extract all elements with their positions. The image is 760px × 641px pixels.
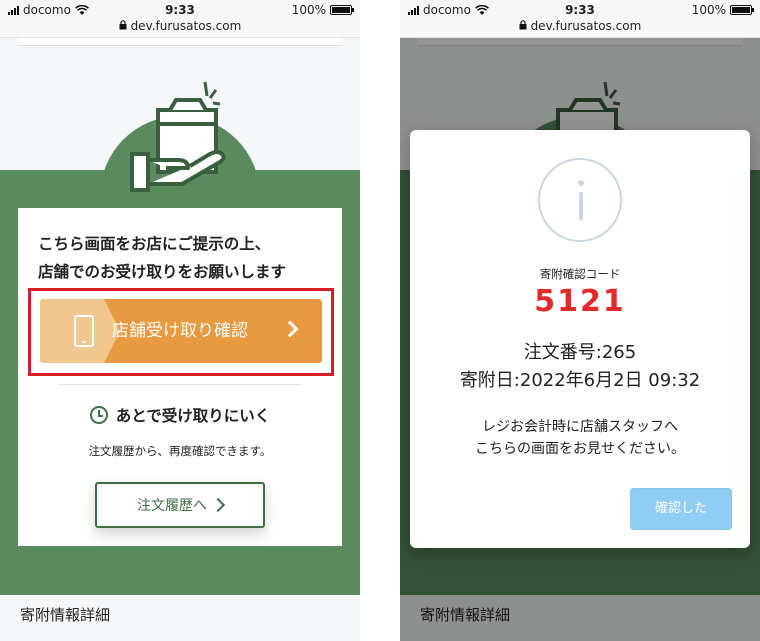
order-history-label: 注文履歴へ (137, 498, 207, 514)
pickup-later-heading: あとで受け取りにいく (18, 404, 342, 426)
pickup-later-note: 注文履歴から、再度確認できます。 (88, 444, 272, 458)
battery-percent: 100% (291, 3, 326, 17)
lock-icon (119, 20, 127, 30)
hand-bag-icon (130, 81, 226, 192)
modal-backdrop[interactable]: 寄附確認コード 5121 注文番号:265 寄附日:2022年6月2日 09:3… (400, 38, 760, 641)
order-history-button[interactable]: 注文履歴へ (95, 482, 265, 528)
battery-status: 100% (691, 3, 754, 17)
address-bar[interactable]: dev.furusatos.com (0, 19, 360, 33)
clock-icon (89, 406, 108, 424)
confirmation-code-value: 5121 (534, 284, 626, 319)
confirm-button-label: 店舗受け取り確認 (112, 321, 248, 341)
instruction-line-2: 店舗でのお受け取りをお願いします (38, 263, 287, 281)
address-bar[interactable]: dev.furusatos.com (400, 19, 760, 33)
confirmation-code-modal: 寄附確認コード 5121 注文番号:265 寄附日:2022年6月2日 09:3… (410, 130, 750, 548)
battery-percent: 100% (691, 3, 726, 17)
chevron-right-icon (281, 320, 299, 338)
notice-line-2: こちらの画面をお見せください。 (475, 441, 685, 457)
info-icon (538, 158, 622, 242)
donation-details-heading: 寄附情報詳細 (20, 606, 111, 624)
instruction-line-1: こちら画面をお店にご提示の上、 (38, 235, 271, 253)
highlight-frame: 店舗受け取り確認 (28, 288, 334, 376)
status-bar: docomo 9:33 dev.furusatos.com 100% (400, 0, 760, 38)
lock-icon (519, 20, 527, 30)
notice-line-1: レジお会計時に店舗スタッフへ (482, 419, 678, 435)
left-phone-screen: docomo 9:33 dev.furusatos.com 100% こちら画面… (0, 0, 360, 641)
status-bar: docomo 9:33 dev.furusatos.com 100% (0, 0, 360, 38)
confirmation-code-label: 寄附確認コード (539, 267, 621, 281)
pickup-instructions: こちら画面をお店にご提示の上、 店舗でのお受け取りをお願いします (38, 230, 328, 286)
battery-icon (330, 5, 354, 15)
chevron-right-icon (210, 497, 226, 513)
battery-status: 100% (291, 3, 354, 17)
donation-date: 寄附日:2022年6月2日 09:32 (459, 370, 701, 391)
address-url: dev.furusatos.com (130, 19, 242, 33)
address-url: dev.furusatos.com (530, 19, 642, 33)
store-pickup-confirm-button[interactable]: 店舗受け取り確認 (40, 299, 322, 363)
page-content: こちら画面をお店にご提示の上、 店舗でのお受け取りをお願いします 店舗受け取り確… (0, 38, 360, 641)
right-phone-screen: docomo 9:33 dev.furusatos.com 100% 寄附情報詳… (400, 0, 760, 641)
divider (58, 384, 302, 385)
order-number: 注文番号:265 (523, 342, 637, 363)
battery-icon (730, 5, 754, 15)
top-card-edge (18, 38, 342, 46)
pickup-later-label: あとで受け取りにいく (115, 407, 271, 425)
staff-notice: レジお会計時に店舗スタッフへ こちらの画面をお見せください。 (410, 416, 750, 460)
pickup-card: こちら画面をお店にご提示の上、 店舗でのお受け取りをお願いします 店舗受け取り確… (18, 208, 342, 546)
smartphone-icon (74, 315, 94, 347)
confirmed-button[interactable]: 確認した (630, 488, 732, 530)
